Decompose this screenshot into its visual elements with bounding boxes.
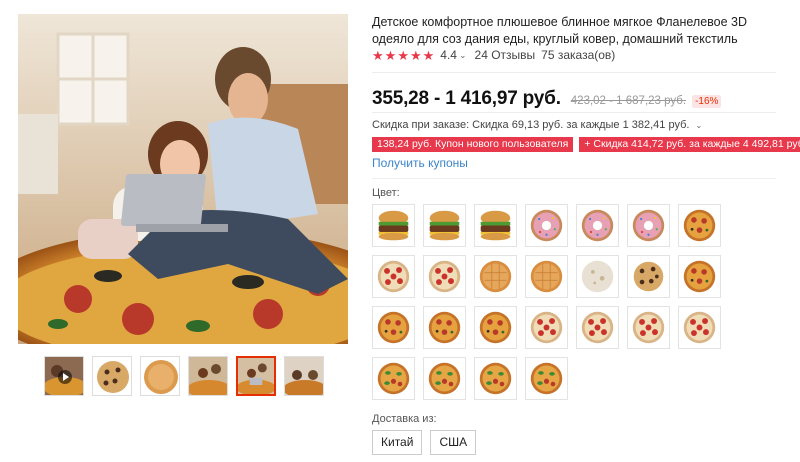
- pizza-icon: [377, 311, 410, 344]
- color-swatch-tortilla[interactable]: [474, 255, 517, 298]
- color-swatch-pizza[interactable]: [678, 255, 721, 298]
- order-discount[interactable]: Скидка при заказе: Скидка 69,13 руб. за …: [372, 119, 702, 131]
- pizza-green-icon: [530, 362, 563, 395]
- pizza-green-icon: [479, 362, 512, 395]
- shipping-label: Доставка из:: [372, 413, 437, 425]
- orders-count: 75 заказа(ов): [541, 48, 616, 62]
- star-icon: ★: [384, 47, 397, 63]
- color-swatch-pizza-green[interactable]: [372, 357, 415, 400]
- rating-row: ★ ★ ★ ★ ★ 4.4 ⌄ 24 Отзывы 75 заказа(ов): [372, 48, 615, 62]
- pepperoni-icon: [581, 311, 614, 344]
- rating-value[interactable]: 4.4: [440, 48, 457, 62]
- thumbnail-lifestyle-2[interactable]: [236, 356, 276, 396]
- donut-icon: [530, 209, 563, 242]
- color-swatch-grid: [372, 204, 721, 400]
- tortilla-icon: [530, 260, 563, 293]
- color-swatch-pizza-green[interactable]: [474, 357, 517, 400]
- color-swatch-pepperoni[interactable]: [627, 306, 670, 349]
- thumbnail-tortilla[interactable]: [140, 356, 180, 396]
- order-discount-text: Скидка при заказе: Скидка 69,13 руб. за …: [372, 119, 690, 131]
- color-swatch-pizza[interactable]: [474, 306, 517, 349]
- pepperoni-icon: [377, 260, 410, 293]
- pizza-icon: [428, 311, 461, 344]
- tortilla-icon: [479, 260, 512, 293]
- color-swatch-pepperoni[interactable]: [678, 306, 721, 349]
- play-icon: [58, 370, 72, 384]
- color-swatch-pepperoni[interactable]: [423, 255, 466, 298]
- pizza-green-icon: [428, 362, 461, 395]
- star-icon: ★: [409, 47, 422, 63]
- donut-icon: [632, 209, 665, 242]
- pizza-icon: [683, 260, 716, 293]
- pizza-icon: [683, 209, 716, 242]
- main-product-image[interactable]: [18, 14, 348, 344]
- product-title: Детское комфортное плюшевое блинное мягк…: [372, 15, 748, 46]
- current-price: 355,28 - 1 416,97 руб.: [372, 88, 561, 109]
- divider: [372, 178, 776, 179]
- pizza-green-icon: [377, 362, 410, 395]
- thumbnail-lifestyle-1[interactable]: [188, 356, 228, 396]
- lifestyle-thumb-image: [285, 357, 323, 395]
- reviews-link[interactable]: 24 Отзывы: [475, 48, 536, 62]
- shipping-options: Китай США: [372, 430, 477, 455]
- ship-from-usa-button[interactable]: США: [430, 430, 477, 455]
- color-swatch-pepperoni[interactable]: [576, 306, 619, 349]
- coupon-list: 138,24 руб. Купон нового пользователя + …: [372, 137, 800, 152]
- coupon-new-user[interactable]: 138,24 руб. Купон нового пользователя: [372, 137, 574, 152]
- chevron-down-icon: ⌄: [695, 121, 703, 130]
- color-swatch-pizza-green[interactable]: [525, 357, 568, 400]
- color-swatch-pizza[interactable]: [372, 306, 415, 349]
- pepperoni-icon: [632, 311, 665, 344]
- thumbnail-video[interactable]: [44, 356, 84, 396]
- color-swatch-pizza[interactable]: [423, 306, 466, 349]
- color-swatch-burger[interactable]: [474, 204, 517, 247]
- pizza-icon: [479, 311, 512, 344]
- color-swatch-cookie[interactable]: [627, 255, 670, 298]
- thumbnail-strip: [44, 356, 324, 396]
- cookie-thumb-image: [93, 357, 131, 395]
- color-swatch-flatbread[interactable]: [576, 255, 619, 298]
- color-swatch-burger[interactable]: [423, 204, 466, 247]
- color-swatch-pepperoni[interactable]: [525, 306, 568, 349]
- ship-from-china-button[interactable]: Китай: [372, 430, 423, 455]
- thumbnail-lifestyle-3[interactable]: [284, 356, 324, 396]
- pepperoni-icon: [683, 311, 716, 344]
- coupon-extra-discount[interactable]: + Скидка 414,72 руб. за каждые 4 492,81 …: [579, 137, 800, 152]
- lifestyle-thumb-image: [238, 358, 274, 394]
- discount-badge: -16%: [692, 95, 722, 108]
- lifestyle-photo: [18, 14, 348, 344]
- lifestyle-thumb-image: [189, 357, 227, 395]
- color-swatch-pizza-green[interactable]: [423, 357, 466, 400]
- star-rating: ★ ★ ★ ★ ★: [372, 49, 434, 62]
- color-label: Цвет:: [372, 187, 400, 199]
- donut-icon: [581, 209, 614, 242]
- star-half-icon: ★: [422, 47, 435, 63]
- chevron-down-icon[interactable]: ⌄: [459, 50, 467, 61]
- color-swatch-donut[interactable]: [627, 204, 670, 247]
- burger-icon: [480, 210, 511, 241]
- color-swatch-donut[interactable]: [576, 204, 619, 247]
- thumbnail-cookie[interactable]: [92, 356, 132, 396]
- color-swatch-burger[interactable]: [372, 204, 415, 247]
- color-swatch-tortilla[interactable]: [525, 255, 568, 298]
- old-price: 423,02 - 1 687,23 руб.: [570, 95, 687, 107]
- flatbread-icon: [581, 260, 614, 293]
- divider: [372, 72, 776, 73]
- tortilla-thumb-image: [141, 357, 179, 395]
- burger-icon: [378, 210, 409, 241]
- get-coupons-link[interactable]: Получить купоны: [372, 156, 468, 170]
- pepperoni-icon: [530, 311, 563, 344]
- cookie-icon: [633, 261, 664, 292]
- pepperoni-icon: [428, 260, 461, 293]
- color-swatch-pizza[interactable]: [678, 204, 721, 247]
- divider: [372, 112, 776, 113]
- price-row: 355,28 - 1 416,97 руб. 423,02 - 1 687,23…: [372, 88, 722, 110]
- star-icon: ★: [397, 47, 409, 63]
- star-icon: ★: [372, 47, 384, 63]
- color-swatch-donut[interactable]: [525, 204, 568, 247]
- burger-icon: [429, 210, 460, 241]
- color-swatch-pepperoni[interactable]: [372, 255, 415, 298]
